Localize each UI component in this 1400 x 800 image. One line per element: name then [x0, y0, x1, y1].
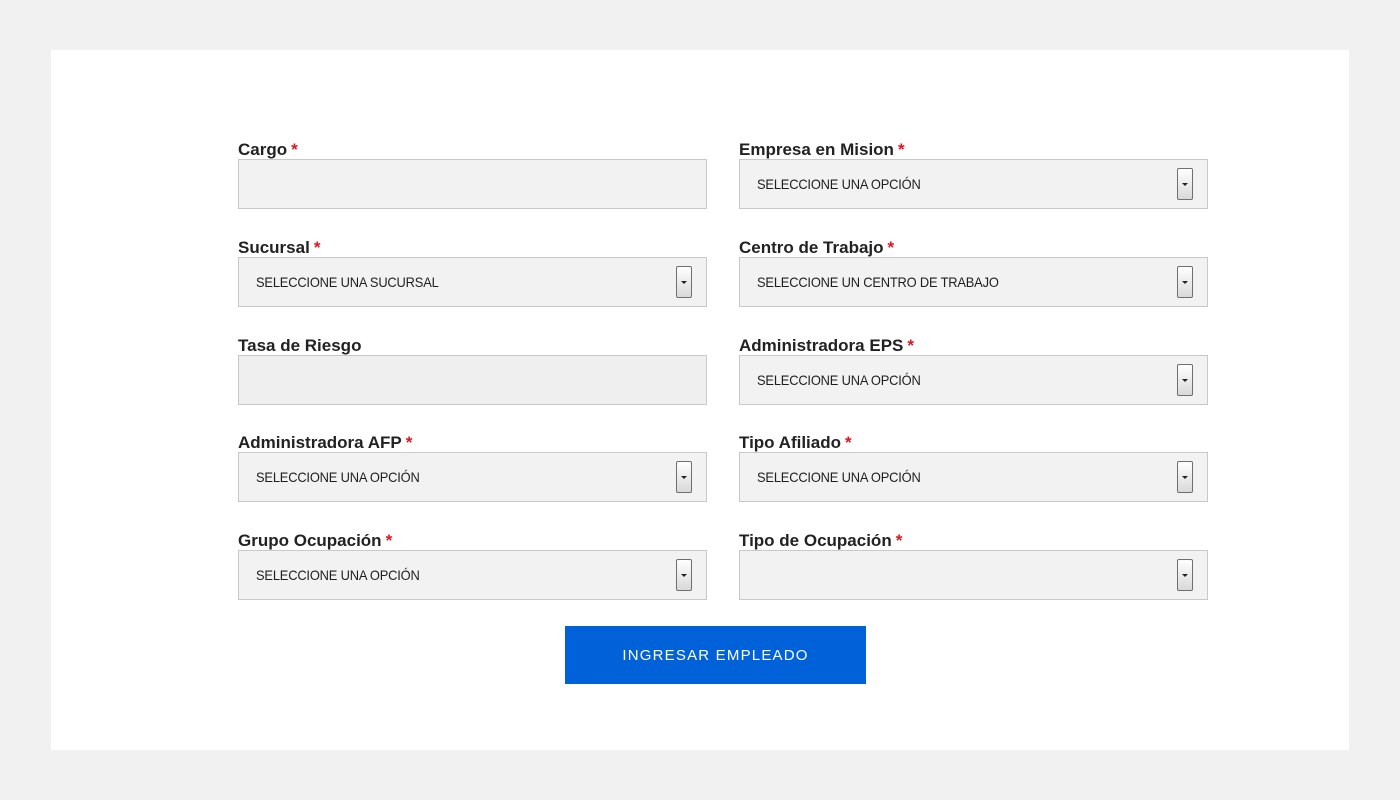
- select-value: SELECCIONE UNA SUCURSAL: [256, 274, 439, 290]
- chevron-down-icon[interactable]: [1177, 364, 1193, 396]
- centro-trabajo-select[interactable]: SELECCIONE UN CENTRO DE TRABAJO: [739, 257, 1208, 307]
- label-sucursal: Sucursal *: [238, 238, 321, 257]
- required-marker: *: [907, 336, 914, 355]
- chevron-down-icon[interactable]: [676, 266, 692, 298]
- tipo-ocupacion-select[interactable]: [739, 550, 1208, 600]
- chevron-down-icon[interactable]: [1177, 461, 1193, 493]
- administradora-eps-select[interactable]: SELECCIONE UNA OPCIÓN: [739, 355, 1208, 405]
- label-centro-trabajo: Centro de Trabajo *: [739, 238, 895, 257]
- chevron-down-icon[interactable]: [1177, 266, 1193, 298]
- field-administradora-afp: Administradora AFP * SELECCIONE UNA OPCIÓ…: [238, 432, 707, 502]
- cargo-input[interactable]: [239, 160, 706, 208]
- label-grupo-ocupacion: Grupo Ocupación *: [238, 531, 393, 550]
- label-empresa-mision: Empresa en Mision *: [739, 140, 905, 159]
- label-tipo-afiliado: Tipo Afiliado *: [739, 433, 852, 452]
- required-marker: *: [887, 238, 895, 257]
- select-value: SELECCIONE UNA OPCIÓN: [757, 176, 921, 192]
- label-administradora-eps: Administradora EPS *: [739, 336, 914, 355]
- tasa-riesgo-input-wrapper: [238, 355, 707, 405]
- chevron-down-icon[interactable]: [676, 559, 692, 591]
- required-marker: *: [291, 140, 298, 159]
- field-tasa-riesgo: Tasa de Riesgo: [238, 335, 707, 405]
- grupo-ocupacion-select[interactable]: SELECCIONE UNA OPCIÓN: [238, 550, 707, 600]
- select-value: SELECCIONE UNA OPCIÓN: [256, 567, 420, 583]
- field-tipo-ocupacion: Tipo de Ocupación *: [739, 530, 1208, 600]
- select-value: SELECCIONE UNA OPCIÓN: [757, 372, 921, 388]
- select-value: SELECCIONE UNA OPCIÓN: [757, 469, 921, 485]
- tasa-riesgo-input[interactable]: [239, 356, 706, 404]
- label-cargo: Cargo *: [238, 140, 298, 159]
- tipo-afiliado-select[interactable]: SELECCIONE UNA OPCIÓN: [739, 452, 1208, 502]
- sucursal-select[interactable]: SELECCIONE UNA SUCURSAL: [238, 257, 707, 307]
- label-administradora-afp: Administradora AFP *: [238, 433, 413, 452]
- employee-form-card: Cargo * Empresa en Mision * SELECCIONE UNA…: [51, 50, 1349, 750]
- required-marker: *: [895, 531, 903, 550]
- required-marker: *: [405, 433, 413, 452]
- field-sucursal: Sucursal * SELECCIONE UNA SUCURSAL: [238, 237, 707, 307]
- chevron-down-icon[interactable]: [1177, 559, 1193, 591]
- administradora-afp-select[interactable]: SELECCIONE UNA OPCIÓN: [238, 452, 707, 502]
- chevron-down-icon[interactable]: [676, 461, 692, 493]
- empresa-mision-select[interactable]: SELECCIONE UNA OPCIÓN: [739, 159, 1208, 209]
- field-tipo-afiliado: Tipo Afiliado * SELECCIONE UNA OPCIÓN: [739, 432, 1208, 502]
- label-tipo-ocupacion: Tipo de Ocupación *: [739, 531, 903, 550]
- field-grupo-ocupacion: Grupo Ocupación * SELECCIONE UNA OPCIÓN: [238, 530, 707, 600]
- field-centro-trabajo: Centro de Trabajo * SELECCIONE UN CENTRO …: [739, 237, 1208, 307]
- required-marker: *: [385, 531, 393, 550]
- field-administradora-eps: Administradora EPS * SELECCIONE UNA OPCIÓ…: [739, 335, 1208, 405]
- chevron-down-icon[interactable]: [1177, 168, 1193, 200]
- label-tasa-riesgo: Tasa de Riesgo: [238, 336, 362, 355]
- field-empresa-mision: Empresa en Mision * SELECCIONE UNA OPCIÓN: [739, 139, 1208, 209]
- ingresar-empleado-button[interactable]: INGRESAR EMPLEADO: [565, 626, 866, 684]
- select-value: SELECCIONE UNA OPCIÓN: [256, 469, 420, 485]
- select-value: SELECCIONE UN CENTRO DE TRABAJO: [757, 274, 999, 290]
- required-marker: *: [845, 433, 852, 452]
- cargo-input-wrapper: [238, 159, 707, 209]
- required-marker: *: [313, 238, 321, 257]
- required-marker: *: [897, 140, 905, 159]
- field-cargo: Cargo *: [238, 139, 707, 209]
